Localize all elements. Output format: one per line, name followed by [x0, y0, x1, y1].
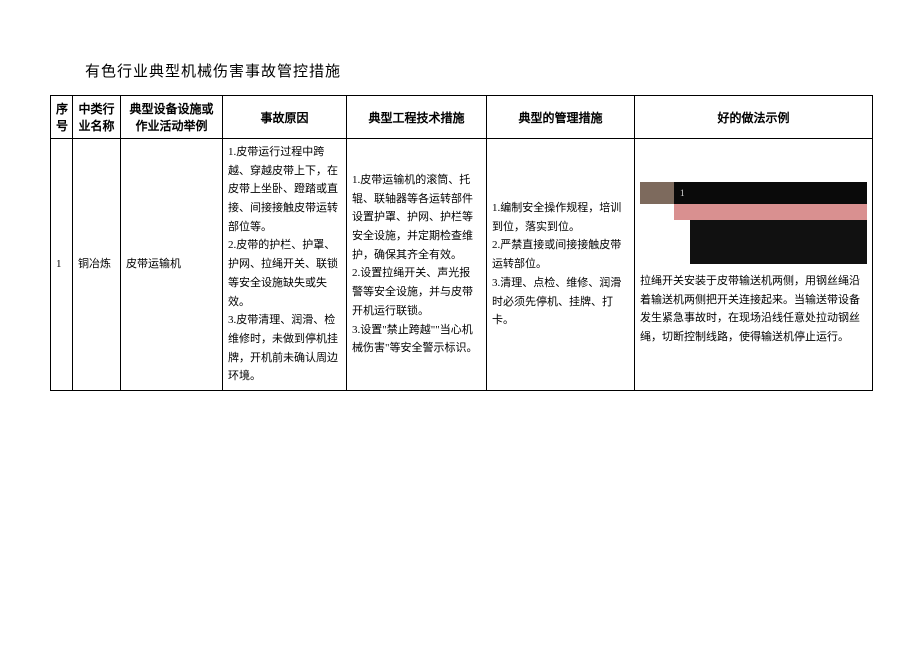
- cell-industry: 铜冶炼: [73, 139, 121, 391]
- cell-engineering: 1.皮带运输机的滚筒、托辊、联轴器等各运转部件设置护罩、护网、护栏等安全设施，并…: [347, 139, 487, 391]
- practice-text: 拉绳开关安装于皮带输送机两侧，用钢丝绳沿着输送机两侧把开关连接起来。当输送带设备…: [640, 275, 860, 343]
- image-fragment: [690, 220, 867, 264]
- col-equipment: 典型设备设施或作业活动举例: [121, 96, 223, 139]
- col-management: 典型的管理措施: [487, 96, 635, 139]
- cell-management: 1.编制安全操作规程，培训到位，落实到位。 2.严禁直接或间接接触皮带运转部位。…: [487, 139, 635, 391]
- cell-cause: 1.皮带运行过程中跨越、穿越皮带上下，在皮带上坐卧、蹬踏或直接、间接接触皮带运转…: [223, 139, 347, 391]
- cell-equipment: 皮带运输机: [121, 139, 223, 391]
- col-engineering: 典型工程技术措施: [347, 96, 487, 139]
- image-fragment: [674, 182, 867, 204]
- cell-practice: 拉绳开关安装于皮带输送机两侧，用钢丝绳沿着输送机两侧把开关连接起来。当输送带设备…: [635, 139, 873, 391]
- col-practice: 好的做法示例: [635, 96, 873, 139]
- col-industry: 中类行业名称: [73, 96, 121, 139]
- control-measures-table: 序号 中类行业名称 典型设备设施或作业活动举例 事故原因 典型工程技术措施 典型…: [50, 95, 873, 391]
- col-cause: 事故原因: [223, 96, 347, 139]
- cell-seq: 1: [51, 139, 73, 391]
- table-row: 1 铜冶炼 皮带运输机 1.皮带运行过程中跨越、穿越皮带上下，在皮带上坐卧、蹬踏…: [51, 139, 873, 391]
- image-fragment: [640, 182, 674, 204]
- table-header-row: 序号 中类行业名称 典型设备设施或作业活动举例 事故原因 典型工程技术措施 典型…: [51, 96, 873, 139]
- document-title: 有色行业典型机械伤害事故管控措施: [85, 60, 870, 81]
- col-seq: 序号: [51, 96, 73, 139]
- practice-illustration: [640, 182, 867, 264]
- image-fragment: [674, 204, 867, 220]
